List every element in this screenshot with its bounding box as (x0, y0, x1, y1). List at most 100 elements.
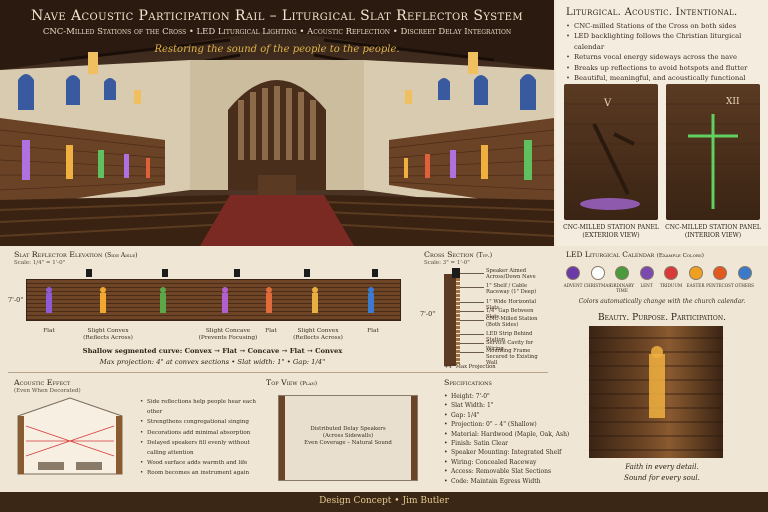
top-view-text: Distributed Delay Speakers (Across Sidew… (279, 426, 417, 446)
list-item: Beautiful, meaningful, and acoustically … (566, 73, 768, 84)
hero-image: Nave Acoustic Participation Rail – Litur… (0, 0, 554, 246)
cross-section-title-note: (Typ.) (476, 252, 493, 259)
cross-section-label: Speaker Aimed Across/Down Nave (486, 268, 536, 280)
calendar-title: LED Liturgical Calendar (Example Colors) (566, 250, 704, 259)
intro-panel: Liturgical. Acoustic. Intentional. CNC-m… (556, 0, 768, 246)
cross-figure-icon: V (564, 98, 658, 210)
list-item: Decorations add minimal absorption (140, 428, 262, 438)
leader-line (460, 334, 484, 335)
cross-section-label: 1" Shelf / Cable Raceway (1" Deep) (486, 283, 537, 295)
station-figure-icon (160, 287, 166, 313)
list-item: Finish: Satin Clear (444, 439, 569, 449)
label-line: (Prevents Focusing) (198, 335, 258, 341)
swatch-label: OTHERS (735, 283, 754, 288)
cross-section-height: 7'-0" (420, 310, 436, 318)
elevation-label: Flat (34, 328, 64, 335)
elevation-label: Slight Convex (Reflects Across) (80, 328, 136, 342)
max-projection-label: +4" Max Projection (444, 364, 496, 370)
station-panel-exterior-image: V (564, 84, 658, 220)
calendar-title-text: LED Liturgical Calendar (566, 250, 655, 259)
crucifix-icon: XII (666, 97, 760, 209)
slat-wall-photo (589, 326, 723, 458)
intro-heading: Liturgical. Acoustic. Intentional. (566, 7, 738, 18)
top-view-title: Top View (Plan) (266, 378, 317, 387)
station-figures (46, 287, 374, 313)
caption-title: CNC-Milled Station Panel (665, 224, 761, 231)
elevation-title-text: Slat Reflector Elevation (14, 250, 103, 259)
elevation-title: Slat Reflector Elevation (Side Aisle) (14, 250, 137, 259)
color-swatch (639, 266, 654, 280)
elevation-title-note: (Side Aisle) (104, 252, 138, 259)
specs-title: Specifications (444, 378, 492, 387)
page-title: Nave Acoustic Participation Rail – Litur… (31, 8, 523, 24)
station-figure-icon (368, 287, 374, 313)
label-line: Flat (43, 328, 55, 334)
panel-left-caption: CNC-Milled Station Panel (Exterior View) (559, 224, 663, 239)
color-swatch (713, 266, 727, 280)
label-line: Flat (265, 328, 277, 334)
elevation-label: Slight Convex (Reflects Across) (290, 328, 346, 342)
footer-text: Design Concept • Jim Butler (0, 496, 768, 506)
label-line: Slight Convex (87, 328, 129, 334)
list-item: Slat Width: 1" (444, 401, 569, 411)
station-figure-icon (266, 287, 272, 313)
list-item: Strengthens congregational singing (140, 417, 262, 427)
speaker-icon (452, 268, 460, 278)
list-item: Access: Removable Slat Sections (444, 467, 569, 477)
station-figure-icon (100, 287, 106, 313)
top-view-title-text: Top View (266, 378, 298, 387)
leader-line (460, 311, 484, 312)
color-swatch (566, 266, 580, 280)
elevation-label: Slight Concave (Prevents Focusing) (198, 328, 258, 342)
color-swatch (590, 266, 605, 280)
list-item: Wiring: Concealed Raceway (444, 458, 569, 468)
top-view-line: (Across Sidewalls) (322, 432, 374, 439)
cross-section-scale: Scale: 3" = 1'-0" (424, 260, 470, 266)
intro-bullets: CNC-milled Stations of the Cross on both… (566, 21, 768, 84)
leader-line (460, 302, 484, 303)
cross-section-label: CNC-Milled Station (Both Sides) (486, 316, 538, 328)
list-item: CNC-milled Stations of the Cross on both… (566, 21, 768, 32)
list-item: Code: Maintain Egress Width (444, 477, 569, 487)
list-item: Side reflections help people hear each o… (140, 397, 262, 417)
list-item: Height: 7'-0" (444, 392, 569, 402)
label-line: Slight Concave (205, 328, 251, 334)
list-item: Room becomes an instrument again (140, 468, 262, 478)
panel-right-caption: CNC-Milled Station Panel (Interior View) (661, 224, 765, 239)
speaker-icon (234, 269, 240, 277)
caption-sub: (Exterior View) (582, 231, 640, 239)
beauty-title: Beauty. Purpose. Participation. (598, 313, 726, 323)
page-subtitle: CNC-Milled Stations of the Cross • LED L… (42, 27, 512, 37)
speaker-icon (86, 269, 92, 277)
footer-separator: • (394, 496, 400, 506)
section-divider (8, 372, 548, 373)
list-item: LED backlighting follows the Christian l… (566, 31, 768, 52)
acoustic-bullets: Side reflections help people hear each o… (140, 397, 262, 479)
curve-note: Shallow segmented curve: Convex → Flat →… (82, 347, 343, 355)
elevation-label: Flat (358, 328, 388, 335)
color-swatch (664, 266, 678, 280)
leader-line (460, 287, 484, 288)
list-item: Material: Hardwood (Maple, Oak, Ash) (444, 430, 569, 440)
faith-line-2: Sound for every soul. (624, 474, 700, 482)
footer-author: Jim Butler (402, 496, 449, 506)
top-view-line: Distributed Delay Speakers (310, 426, 386, 432)
faith-line-1: Faith in every detail. (625, 463, 699, 471)
glowing-station-icon (589, 337, 723, 451)
label-line: (Reflects Across) (293, 335, 343, 341)
label-line: Flat (367, 328, 379, 334)
top-view-title-note: (Plan) (300, 381, 318, 387)
elevation-label: Flat (256, 328, 286, 335)
footer: Design Concept • Jim Butler (0, 492, 768, 512)
list-item: Returns vocal energy sideways across the… (566, 52, 768, 63)
list-item: Speaker Mounting: Integrated Shelf (444, 448, 569, 458)
color-swatch (615, 266, 629, 280)
calendar-title-note: (Example Colors) (656, 253, 704, 259)
caption-title: CNC-Milled Station Panel (563, 224, 659, 231)
list-item: Gap: 1/4" (444, 411, 569, 421)
list-item: Projection: 0" – 4" (Shallow) (444, 420, 569, 430)
station-figure-icon (312, 287, 318, 313)
acoustic-title-note: (Even When Decorated) (14, 388, 81, 394)
leader-line (460, 352, 484, 353)
cross-section-title: Cross Section (Typ.) (424, 250, 492, 259)
